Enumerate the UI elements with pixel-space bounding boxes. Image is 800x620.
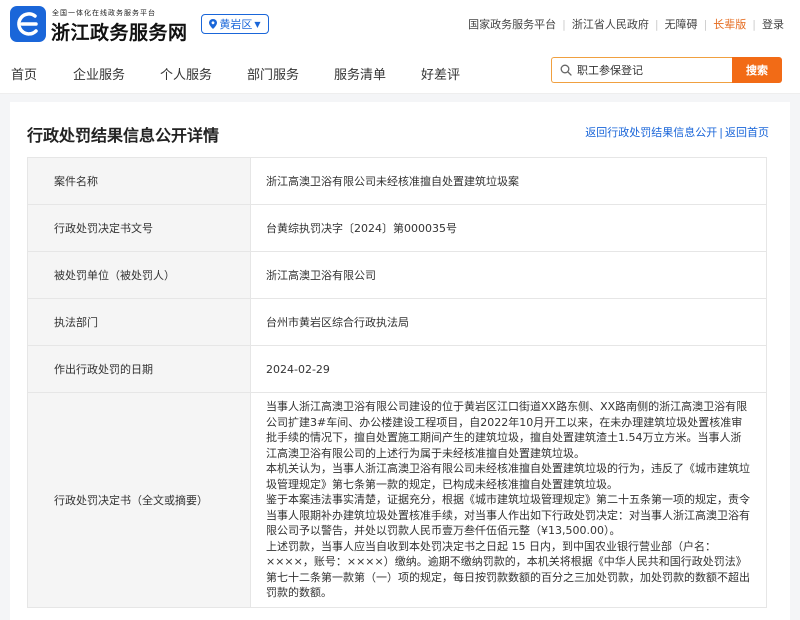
nav-item-service-list[interactable]: 服务清单 xyxy=(334,64,386,83)
table-row: 案件名称 浙江高澳卫浴有限公司未经核准擅自处置建筑垃圾案 xyxy=(27,157,767,205)
nav-item-feedback[interactable]: 好差评 xyxy=(421,64,460,83)
table-row: 作出行政处罚的日期 2024-02-29 xyxy=(27,345,767,393)
back-to-list-link[interactable]: 返回行政处罚结果信息公开 xyxy=(585,126,717,139)
decision-paragraph: 本机关认为，当事人浙江高澳卫浴有限公司未经核准擅自处置建筑垃圾的行为，违反了《城… xyxy=(266,462,750,491)
top-header: 全国一体化在线政务服务平台 浙江政务服务网 黄岩区 ▼ 国家政务服务平台 | 浙… xyxy=(0,0,800,50)
nav-item-home[interactable]: 首页 xyxy=(11,64,37,83)
row-label: 执法部门 xyxy=(27,298,251,346)
decision-paragraph: 当事人浙江高澳卫浴有限公司建设的位于黄岩区江口街道XX路东侧、XX路南侧的浙江高… xyxy=(266,400,748,460)
nav-item-department[interactable]: 部门服务 xyxy=(247,64,299,83)
row-label: 被处罚单位（被处罚人） xyxy=(27,251,251,299)
location-pin-icon xyxy=(209,19,218,29)
row-label: 案件名称 xyxy=(27,157,251,205)
penalized-party-value: 浙江高澳卫浴有限公司 xyxy=(250,251,767,299)
detail-card: 行政处罚结果信息公开详情 返回行政处罚结果信息公开 | 返回首页 案件名称 浙江高澳… xyxy=(10,102,790,620)
table-row: 被处罚单位（被处罚人） 浙江高澳卫浴有限公司 xyxy=(27,251,767,299)
decision-number-value: 台黄综执罚决字〔2024〕第000035号 xyxy=(250,204,767,252)
search-input[interactable] xyxy=(577,63,727,77)
table-row: 行政处罚决定书（全文或摘要） 当事人浙江高澳卫浴有限公司建设的位于黄岩区江口街道… xyxy=(27,392,767,608)
back-to-home-link[interactable]: 返回首页 xyxy=(725,126,769,139)
row-label: 作出行政处罚的日期 xyxy=(27,345,251,393)
top-links: 国家政务服务平台 | 浙江省人民政府 | 无障碍 | 长辈版 | 登录 xyxy=(468,16,784,32)
search-icon xyxy=(560,64,572,76)
row-label: 行政处罚决定书（全文或摘要） xyxy=(27,392,251,608)
decision-text-value: 当事人浙江高澳卫浴有限公司建设的位于黄岩区江口街道XX路东侧、XX路南侧的浙江高… xyxy=(250,392,767,608)
divider: | xyxy=(703,17,708,31)
region-label: 黄岩区 xyxy=(219,18,253,31)
row-label: 行政处罚决定书文号 xyxy=(27,204,251,252)
region-selector[interactable]: 黄岩区 ▼ xyxy=(201,14,269,34)
divider: | xyxy=(719,126,723,139)
link-provincial-government[interactable]: 浙江省人民政府 xyxy=(572,16,649,32)
penalty-date-value: 2024-02-29 xyxy=(250,345,767,393)
search-button[interactable]: 搜索 xyxy=(732,57,782,83)
nav-item-enterprise[interactable]: 企业服务 xyxy=(73,64,125,83)
divider: | xyxy=(562,17,566,31)
logo-subtitle: 全国一体化在线政务服务平台 xyxy=(52,9,156,17)
divider: | xyxy=(752,17,756,31)
case-name-value: 浙江高澳卫浴有限公司未经核准擅自处置建筑垃圾案 xyxy=(250,157,767,205)
decision-paragraph: 鉴于本案违法事实清楚，证据充分，根据《城市建筑垃圾管理规定》第二十五条第一项的规… xyxy=(266,493,750,537)
link-elder-mode[interactable]: 长辈版 xyxy=(713,16,746,32)
search-box xyxy=(551,57,732,83)
decision-paragraph: 上述罚款，当事人应当自收到本处罚决定书之日起 15 日内，到中国农业银行营业部（… xyxy=(266,539,750,600)
divider: | xyxy=(654,17,659,31)
table-row: 执法部门 台州市黄岩区综合行政执法局 xyxy=(27,298,767,346)
nav-item-personal[interactable]: 个人服务 xyxy=(160,64,212,83)
zhejiang-logo-icon[interactable] xyxy=(10,6,46,42)
back-links: 返回行政处罚结果信息公开 | 返回首页 xyxy=(585,124,769,140)
page-title: 行政处罚结果信息公开详情 xyxy=(27,126,220,145)
enforcement-department-value: 台州市黄岩区综合行政执法局 xyxy=(250,298,767,346)
link-login[interactable]: 登录 xyxy=(762,16,784,32)
detail-table: 案件名称 浙江高澳卫浴有限公司未经核准擅自处置建筑垃圾案 行政处罚决定书文号 台… xyxy=(27,157,767,608)
logo-title[interactable]: 浙江政务服务网 xyxy=(51,18,188,45)
link-accessibility[interactable]: 无障碍 xyxy=(665,16,698,32)
link-national-platform[interactable]: 国家政务服务平台 xyxy=(468,16,556,32)
table-row: 行政处罚决定书文号 台黄综执罚决字〔2024〕第000035号 xyxy=(27,204,767,252)
caret-down-icon: ▼ xyxy=(254,19,261,29)
